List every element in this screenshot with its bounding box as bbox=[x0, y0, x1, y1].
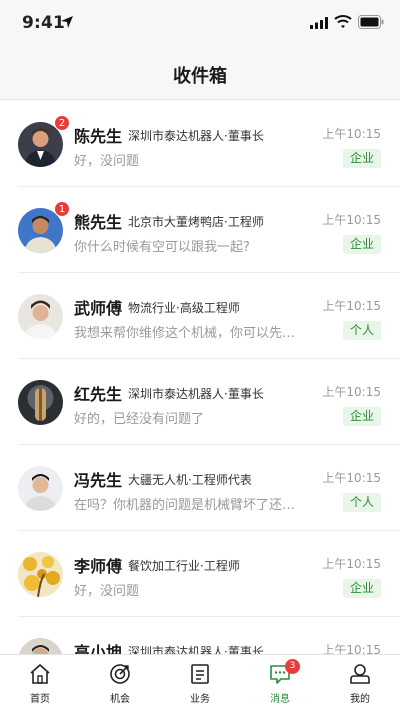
contact-org: 餐饮加工行业·工程师 bbox=[128, 559, 240, 573]
contact-type-tag: 企业 bbox=[342, 579, 381, 598]
avatar[interactable] bbox=[18, 380, 63, 425]
message-preview: 在吗？你机器的问题是机械臂坏了还是电机坏了 bbox=[74, 498, 306, 513]
message-preview: 你什么时候有空可以跟我一起? bbox=[74, 240, 250, 255]
tab-home[interactable]: 首页 bbox=[0, 655, 80, 711]
message-time: 上午10:15 bbox=[322, 385, 381, 399]
contact-name: 红先生 bbox=[74, 385, 123, 404]
bottom-tab-bar: 首页 机会 业务 3 消息 我的 bbox=[0, 654, 400, 711]
avatar[interactable] bbox=[18, 552, 63, 597]
signal-icon bbox=[310, 17, 328, 29]
location-arrow-icon bbox=[61, 16, 73, 28]
contact-org: 深圳市泰达机器人·董事长 bbox=[128, 387, 264, 401]
avatar[interactable] bbox=[18, 294, 63, 339]
tab-mine-label: 我的 bbox=[350, 694, 370, 705]
tab-opportunity-label: 机会 bbox=[110, 694, 130, 705]
tab-business-label: 业务 bbox=[190, 694, 210, 705]
conversation-row[interactable]: 2 陈先生 深圳市泰达机器人·董事长 好，没问题 上午10:15 企业 bbox=[0, 101, 400, 187]
message-time: 上午10:15 bbox=[322, 213, 381, 227]
tab-business[interactable]: 业务 bbox=[160, 655, 240, 711]
message-time: 上午10:15 bbox=[322, 299, 381, 313]
contact-type-tag: 企业 bbox=[342, 407, 381, 426]
contact-org: 大疆无人机·工程师代表 bbox=[128, 473, 252, 487]
contact-name: 高小坤 bbox=[74, 643, 123, 654]
message-preview: 好的，已经没有问题了 bbox=[74, 412, 205, 427]
avatar[interactable] bbox=[18, 638, 63, 654]
unread-badge: 1 bbox=[54, 201, 70, 217]
avatar[interactable] bbox=[18, 466, 63, 511]
contact-org: 物流行业·高级工程师 bbox=[128, 301, 240, 315]
tab-home-label: 首页 bbox=[30, 694, 50, 705]
home-icon bbox=[30, 664, 50, 684]
contact-type-tag: 企业 bbox=[342, 149, 381, 168]
user-icon bbox=[350, 664, 370, 684]
tab-messages-label: 消息 bbox=[270, 694, 290, 705]
status-bar: 9:41 bbox=[0, 0, 400, 48]
contact-type-tag: 个人 bbox=[342, 493, 381, 512]
conversation-row[interactable]: 高小坤 深圳市泰达机器人·董事长 上午10:15 bbox=[0, 617, 400, 654]
message-time: 上午10:15 bbox=[322, 471, 381, 485]
conversation-row[interactable]: 武师傅 物流行业·高级工程师 我想来帮你维修这个机械，你可以先在线联系我 上午1… bbox=[0, 273, 400, 359]
conversation-list[interactable]: 2 陈先生 深圳市泰达机器人·董事长 好，没问题 上午10:15 企业 1 熊先… bbox=[0, 101, 400, 654]
contact-org: 深圳市泰达机器人·董事长 bbox=[128, 129, 264, 143]
message-time: 上午10:15 bbox=[322, 643, 381, 654]
contact-name: 陈先生 bbox=[74, 127, 123, 146]
conversation-row[interactable]: 红先生 深圳市泰达机器人·董事长 好的，已经没有问题了 上午10:15 企业 bbox=[0, 359, 400, 445]
conversation-row[interactable]: 李师傅 餐饮加工行业·工程师 好，没问题 上午10:15 企业 bbox=[0, 531, 400, 617]
message-time: 上午10:15 bbox=[322, 127, 381, 141]
message-time: 上午10:15 bbox=[322, 557, 381, 571]
document-icon bbox=[191, 664, 209, 684]
page-title: 收件箱 bbox=[173, 66, 227, 87]
contact-type-tag: 企业 bbox=[342, 235, 381, 254]
contact-name: 冯先生 bbox=[74, 471, 123, 490]
battery-icon bbox=[358, 15, 384, 29]
tab-mine[interactable]: 我的 bbox=[320, 655, 400, 711]
message-preview: 我想来帮你维修这个机械，你可以先在线联系我 bbox=[74, 326, 306, 341]
tab-opportunity[interactable]: 机会 bbox=[80, 655, 160, 711]
conversation-row[interactable]: 冯先生 大疆无人机·工程师代表 在吗？你机器的问题是机械臂坏了还是电机坏了 上午… bbox=[0, 445, 400, 531]
wifi-icon bbox=[334, 15, 352, 28]
message-preview: 好，没问题 bbox=[74, 584, 140, 599]
status-time: 9:41 bbox=[22, 13, 66, 33]
nav-header: 收件箱 bbox=[0, 48, 400, 100]
target-icon bbox=[110, 664, 130, 684]
message-preview: 好，没问题 bbox=[74, 154, 140, 169]
messages-badge: 3 bbox=[285, 659, 300, 674]
contact-name: 李师傅 bbox=[74, 557, 123, 576]
contact-org: 北京市大董烤鸭店·工程师 bbox=[128, 215, 264, 229]
conversation-row[interactable]: 1 熊先生 北京市大董烤鸭店·工程师 你什么时候有空可以跟我一起? 上午10:1… bbox=[0, 187, 400, 273]
contact-org: 深圳市泰达机器人·董事长 bbox=[128, 645, 264, 654]
contact-name: 武师傅 bbox=[74, 299, 123, 318]
tab-messages[interactable]: 3 消息 bbox=[240, 655, 320, 711]
contact-name: 熊先生 bbox=[74, 213, 123, 232]
contact-type-tag: 个人 bbox=[342, 321, 381, 340]
unread-badge: 2 bbox=[54, 115, 70, 131]
